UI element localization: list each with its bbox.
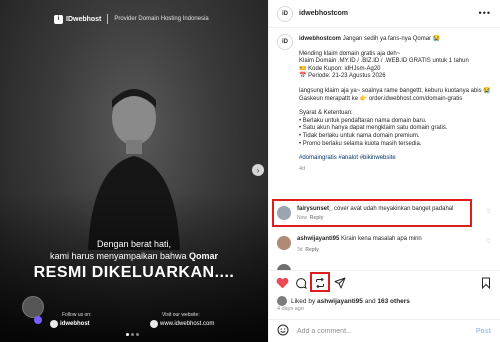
follow-label: Follow us on: xyxy=(62,312,92,318)
author-username[interactable]: idwebhostcom xyxy=(299,10,348,17)
share-icon-graphic xyxy=(334,277,346,289)
reply-button[interactable]: Reply xyxy=(305,247,319,253)
likes-prefix: Liked by xyxy=(291,297,316,305)
repost-icon[interactable] xyxy=(313,276,327,290)
caption-line-4 xyxy=(299,81,493,88)
comment-body: Kirain kena masalah apa minn xyxy=(341,236,422,242)
caption-age: 4d xyxy=(299,165,306,172)
caption-line-12: • Promo berlaku selama kuota masih terse… xyxy=(299,140,422,147)
repost-icon-graphic xyxy=(316,277,324,289)
comments-scroll[interactable]: iD idwebhostcom Jangan sedih ya fans-nya… xyxy=(269,28,500,270)
comment-item-partial xyxy=(277,262,493,270)
globe-icon xyxy=(150,320,158,328)
emoji-icon-graphic xyxy=(277,324,289,335)
comment-item: ashwijayanti95 Kirain kena masalah apa m… xyxy=(277,234,493,258)
media-headline: RESMI DIKELUARKAN.... xyxy=(33,264,235,281)
follow-brand: idwebhost xyxy=(60,321,90,327)
brand-badge xyxy=(22,296,44,318)
post-button[interactable]: Post xyxy=(476,328,491,335)
caption-hashtags[interactable]: #domaingratis #analot #bikinwebsite xyxy=(299,155,493,163)
brand-header: i IDwebhost Provider Domain Hosting Indo… xyxy=(54,14,209,24)
reply-button[interactable]: Reply xyxy=(310,215,324,221)
post-header: iD idwebhostcom ••• xyxy=(269,0,500,28)
next-slide-icon[interactable]: › xyxy=(252,164,264,176)
comment-avatar[interactable] xyxy=(277,236,291,250)
comment-item: fairysunset_ cover avat udah meyakinkan … xyxy=(277,204,493,228)
visit-url: www.idwebhost.com xyxy=(160,321,215,327)
brand-tagline: Provider Domain Hosting Indonesia xyxy=(114,16,209,22)
liker-avatar[interactable] xyxy=(277,296,287,306)
brand-social-icon xyxy=(34,316,42,324)
caption-line-3: 📅 Periode: 21-23 Agustus 2026 xyxy=(299,73,386,80)
caption-line-1: Klaim Domain .MY.ID / .BIZ.ID / .WEB.ID … xyxy=(299,58,469,65)
caption-intro-line: idwebhostcom Jangan sedih ya fans-nya Qo… xyxy=(299,36,493,44)
bookmark-icon-graphic xyxy=(482,277,490,289)
media-caption-line2-text: kami harus menyampaikan bahwa xyxy=(49,251,190,261)
visit-label: Visit our website: xyxy=(162,312,200,318)
comment-avatar[interactable] xyxy=(277,206,291,220)
comment-like-icon[interactable]: ♡ xyxy=(486,238,491,245)
emoji-icon[interactable] xyxy=(277,323,289,341)
instagram-icon xyxy=(50,320,58,328)
likes-text: Liked by ashwijayanti95 and 163 others xyxy=(291,298,410,305)
heart-icon-graphic xyxy=(276,277,288,289)
media-caption-name: Qomar xyxy=(189,251,219,261)
caption-line-6: Gaskeun merapattt ke 👉 order.idwebhost.c… xyxy=(299,95,463,102)
share-icon[interactable] xyxy=(333,276,347,290)
caption-line-0: Mending klaim domain gratis aja deh~ xyxy=(299,50,401,57)
comment-username[interactable]: fairysunset_ xyxy=(297,206,332,212)
caption-line-5: langsung klaim aja ya~ soalnya rame bang… xyxy=(299,87,491,94)
media-caption-line2: kami harus menyampaikan bahwa Qomar xyxy=(0,250,268,262)
comment-age: 3d xyxy=(297,247,303,253)
caption-line-8: Syarat & Ketentuan: xyxy=(299,110,353,117)
author-avatar[interactable]: iD xyxy=(277,5,293,22)
caption-username[interactable]: idwebhostcom xyxy=(299,36,341,42)
brand-name: IDwebhost xyxy=(66,15,102,23)
slide-dot-1 xyxy=(126,333,129,336)
comment-body: cover avat udah meyakinkan banget padaha… xyxy=(334,206,454,212)
caption-spacer-2 xyxy=(299,148,493,155)
caption-line-7 xyxy=(299,103,493,110)
likes-summary: Liked by ashwijayanti95 and 163 others xyxy=(277,296,410,306)
likes-middle: and xyxy=(364,297,376,305)
comment-input[interactable] xyxy=(297,328,457,335)
media-caption-line1: Dengan berat hati, xyxy=(96,239,172,249)
comment-meta: Now Reply xyxy=(297,215,323,221)
caption-line-9: • Berlaku untuk pendaftaran nama domain … xyxy=(299,117,427,124)
slide-dot-3 xyxy=(136,333,139,336)
post-viewer: i IDwebhost Provider Domain Hosting Indo… xyxy=(0,0,500,342)
media-caption: Dengan berat hati, kami harus menyampaik… xyxy=(0,238,268,262)
add-comment-row: Post xyxy=(269,319,500,342)
likes-others[interactable]: 163 others xyxy=(377,298,410,305)
brand-logo: i IDwebhost xyxy=(54,14,102,24)
caption-intro: Jangan sedih ya fans-nya Qomar 😭 xyxy=(342,36,441,42)
bookmark-icon[interactable] xyxy=(479,276,493,290)
caption-avatar[interactable]: iD xyxy=(277,34,293,50)
action-bar: Liked by ashwijayanti95 and 163 others 4… xyxy=(269,270,500,342)
comment-text: ashwijayanti95 Kirain kena masalah apa m… xyxy=(297,235,477,243)
post-media[interactable]: i IDwebhost Provider Domain Hosting Indo… xyxy=(0,0,268,342)
more-icon[interactable]: ••• xyxy=(479,8,491,18)
caption-line-11: • Tidak berlaku untuk nama domain premiu… xyxy=(299,132,420,139)
comment-age: Now xyxy=(297,215,308,221)
comment-icon[interactable] xyxy=(294,276,308,290)
post-panel: iD idwebhostcom ••• iD idwebhostcom Jang… xyxy=(268,0,500,342)
comment-like-icon[interactable]: ♡ xyxy=(486,208,491,215)
comment-meta: 3d Reply xyxy=(297,247,319,253)
brand-divider xyxy=(107,14,109,24)
post-age: 4 days ago xyxy=(277,306,304,312)
likes-user[interactable]: ashwijayanti95 xyxy=(317,298,363,305)
caption-line-10: • Satu akun hanya dapat mengklaim satu d… xyxy=(299,125,448,132)
slide-dot-2 xyxy=(131,333,134,336)
brand-logo-icon: i xyxy=(54,14,63,24)
comment-text: fairysunset_ cover avat udah meyakinkan … xyxy=(297,205,477,213)
comment-username[interactable]: ashwijayanti95 xyxy=(297,236,339,242)
comment-icon-graphic xyxy=(296,278,307,289)
caption-text: idwebhostcom Jangan sedih ya fans-nya Qo… xyxy=(299,36,493,173)
heart-icon[interactable] xyxy=(275,276,289,290)
slide-indicator xyxy=(126,333,139,336)
